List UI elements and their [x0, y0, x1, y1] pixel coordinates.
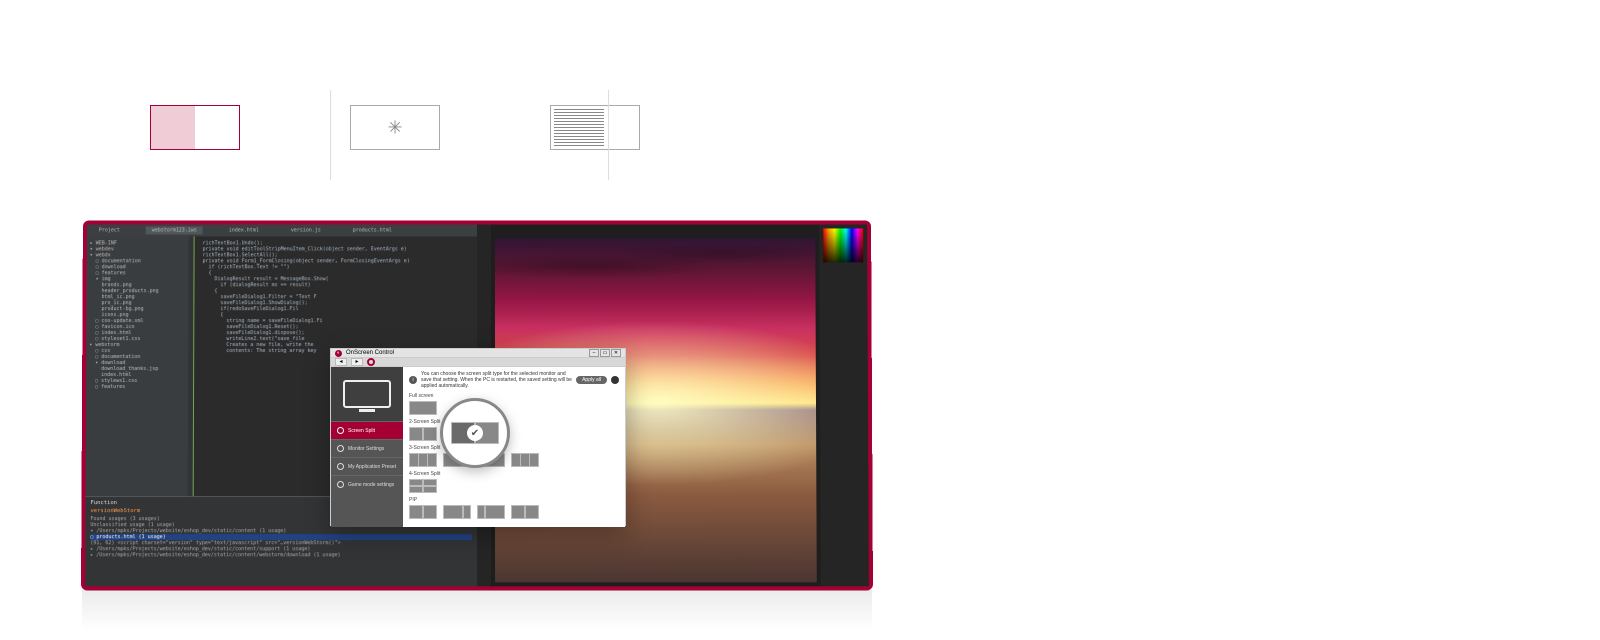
sidebar-item-screen-split[interactable]: Screen Split	[331, 421, 403, 439]
sidebar-label: My Application Preset	[348, 464, 396, 470]
sidebar-item-app-preset[interactable]: My Application Preset	[331, 457, 403, 475]
dialog-title: OnScreen Control	[346, 350, 394, 356]
layout-option-4a[interactable]	[409, 479, 437, 493]
magnifier-lens: ✔	[440, 398, 510, 468]
file-tab[interactable]: index.html	[223, 226, 265, 234]
separator	[330, 90, 331, 180]
layout-option-3d[interactable]	[511, 453, 539, 467]
ide-tabbar: Project webstorm123.iws index.html versi…	[87, 224, 477, 236]
sidebar-item-monitor-settings[interactable]: Monitor Settings	[331, 439, 403, 457]
forward-button[interactable]: ▸	[351, 358, 363, 366]
app-icon: ◐	[335, 350, 342, 357]
color-picker-icon[interactable]	[823, 228, 863, 262]
mode-tabs	[150, 105, 640, 150]
layout-option-pip1[interactable]	[409, 505, 437, 519]
tab-pbp[interactable]	[550, 105, 640, 150]
section-label: Full screen	[409, 393, 619, 399]
split-icon	[337, 427, 344, 434]
section-label: 4-Screen Split	[409, 471, 619, 477]
close-button[interactable]: ✕	[611, 349, 621, 357]
tree-node[interactable]: ▢ features	[89, 384, 185, 390]
dialog-titlebar[interactable]: ◐ OnScreen Control – ▭ ✕	[331, 349, 625, 358]
section-label: PIP	[409, 497, 619, 503]
panel-label: Project	[93, 226, 126, 234]
file-tab[interactable]: products.html	[347, 226, 398, 234]
dialog-toolbar: ◂ ▸	[331, 358, 625, 367]
layout-option-pip2[interactable]	[443, 505, 471, 519]
file-tab[interactable]: webstorm123.iws	[146, 226, 203, 234]
preset-icon	[337, 463, 344, 470]
separator	[608, 90, 609, 180]
section-label: 3-Screen Split	[409, 445, 619, 451]
usage-line[interactable]: ▸ /Users/mpks/Projects/website/eshop_dev…	[90, 552, 472, 558]
check-icon: ✔	[467, 425, 483, 441]
help-button[interactable]	[611, 376, 619, 384]
sidebar-item-game-mode[interactable]: Game mode settings	[331, 475, 403, 493]
monitor-preview-icon	[331, 367, 403, 421]
editor-gutter	[188, 236, 195, 496]
tab-screen-split[interactable]	[150, 105, 240, 150]
dialog-sidebar: Screen Split Monitor Settings My Applica…	[331, 367, 403, 527]
sidebar-label: Game mode settings	[348, 482, 394, 488]
layout-option-3a[interactable]	[409, 453, 437, 467]
gear-icon	[337, 445, 344, 452]
minimize-button[interactable]: –	[589, 349, 599, 357]
layout-option-2a[interactable]	[409, 427, 437, 441]
layout-option-pip3[interactable]	[477, 505, 505, 519]
file-tab[interactable]: version.js	[285, 226, 327, 234]
game-icon	[337, 481, 344, 488]
layout-option-pip4[interactable]	[511, 505, 539, 519]
sidebar-label: Monitor Settings	[348, 446, 384, 452]
maximize-button[interactable]: ▭	[600, 349, 610, 357]
back-button[interactable]: ◂	[335, 358, 347, 366]
dialog-main: i You can choose the screen split type f…	[403, 367, 625, 527]
monitor-reflection	[82, 590, 872, 630]
photo-panels[interactable]	[819, 224, 869, 586]
apply-all-button[interactable]: Apply all	[576, 376, 607, 384]
info-icon: i	[409, 376, 417, 384]
file-tree[interactable]: ▸ WEB-INF ▾ webdev ▾ webdx ▢ documentati…	[86, 236, 189, 496]
tab-loading[interactable]	[350, 105, 440, 150]
layout-option-full[interactable]	[409, 401, 437, 415]
power-icon[interactable]	[367, 358, 375, 366]
info-text: You can choose the screen split type for…	[421, 371, 572, 389]
sidebar-label: Screen Split	[348, 428, 375, 434]
